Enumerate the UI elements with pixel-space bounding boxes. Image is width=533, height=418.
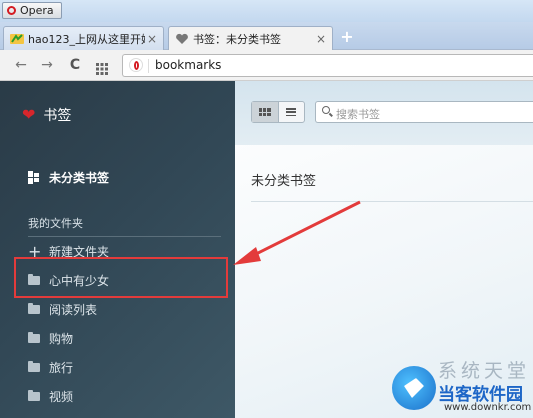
tab-bar: hao123_上网从这里开始 × 书签：未分类书签 × +	[0, 22, 533, 50]
bookmarks-sidebar: ❤ 书签 未分类书签 我的文件夹 + 新建文件夹 心中有少女 阅读列表 购物 旅…	[0, 81, 235, 418]
list-view-icon	[286, 108, 297, 116]
folder-label: 阅读列表	[49, 303, 98, 317]
folder-label: 购物	[49, 332, 74, 346]
tab-hao123-label: hao123_上网从这里开始	[28, 32, 145, 46]
sidebar-folder-item[interactable]: 购物	[28, 330, 73, 347]
bookmarks-topbar: 搜索书签	[235, 81, 533, 145]
watermark-ghost-text: 系统天堂	[438, 360, 531, 382]
opera-menu-label: Opera	[20, 4, 54, 17]
grid-view-button[interactable]	[252, 102, 278, 122]
new-tab-button[interactable]: +	[339, 28, 355, 46]
address-field[interactable]: bookmarks	[122, 54, 533, 77]
reload-icon[interactable]: C	[66, 56, 84, 74]
sidebar-item-label: 未分类书签	[49, 171, 110, 185]
section-heading: 我的文件夹	[28, 217, 83, 230]
search-input[interactable]: 搜索书签	[315, 101, 533, 123]
heart-icon: ❤	[22, 105, 36, 124]
tab-bookmarks-label: 书签：未分类书签	[193, 32, 281, 46]
forward-icon[interactable]: →	[38, 56, 56, 74]
unsorted-bookmarks-icon	[28, 171, 39, 184]
address-divider	[148, 59, 149, 73]
sidebar-item-unsorted[interactable]: 未分类书签	[28, 169, 109, 186]
window-titlebar: Opera	[0, 0, 533, 22]
list-view-button[interactable]	[277, 102, 305, 122]
title-divider	[251, 201, 533, 202]
folder-label: 视频	[49, 390, 74, 404]
sidebar-title: ❤ 书签	[22, 105, 71, 125]
hao123-favicon	[10, 33, 24, 45]
address-text: bookmarks	[155, 58, 222, 72]
tab-bookmarks[interactable]: 书签：未分类书签 ×	[168, 26, 333, 50]
grid-view-icon	[258, 108, 271, 116]
tab-close-icon[interactable]: ×	[314, 32, 328, 46]
search-placeholder: 搜索书签	[336, 108, 380, 121]
tab-hao123[interactable]: hao123_上网从这里开始 ×	[3, 26, 164, 50]
sidebar-folder-item[interactable]: 视频	[28, 388, 73, 405]
sidebar-title-label: 书签	[43, 108, 72, 124]
folder-label: 旅行	[49, 361, 74, 375]
folder-icon	[28, 303, 40, 314]
tab-close-icon[interactable]: ×	[145, 32, 159, 46]
folder-icon	[28, 361, 40, 372]
watermark: 系统天堂 当客软件园 www.downkr.com	[392, 356, 533, 418]
opera-menu-button[interactable]: Opera	[2, 2, 62, 19]
opera-logo-icon	[129, 58, 143, 72]
watermark-url: www.downkr.com	[444, 402, 532, 413]
plus-icon: +	[28, 241, 42, 261]
sidebar-folder-item[interactable]: 阅读列表	[28, 301, 97, 318]
address-toolbar: ← → C bookmarks	[0, 50, 533, 81]
folder-icon	[28, 390, 40, 401]
watermark-logo-icon	[392, 366, 436, 410]
heart-icon	[175, 33, 189, 45]
view-toggle	[251, 101, 305, 123]
section-divider	[28, 236, 221, 237]
opera-logo-icon	[7, 6, 16, 15]
speed-dial-icon[interactable]	[96, 60, 108, 75]
back-icon[interactable]: ←	[12, 56, 30, 74]
search-icon	[322, 106, 330, 114]
folder-icon	[28, 332, 40, 343]
highlight-annotation	[14, 257, 228, 298]
sidebar-folder-item[interactable]: 旅行	[28, 359, 73, 376]
page-title: 未分类书签	[251, 174, 317, 189]
